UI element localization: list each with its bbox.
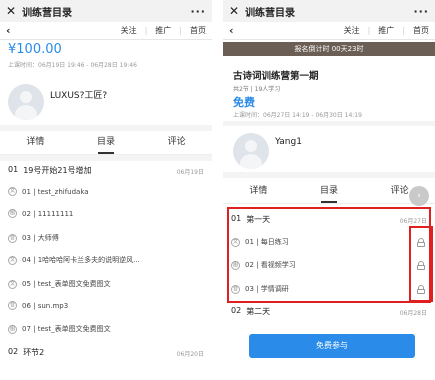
lesson-title: 03 | 大师傅 — [22, 234, 59, 242]
tab-bar: 详情 目录 评论 — [223, 180, 435, 204]
lesson-title: 04 | 1哈哈哈阿卡兰多夫的说明逆风... — [22, 256, 140, 264]
section-number: 02 — [8, 347, 19, 356]
back-icon[interactable]: ‹ — [6, 24, 113, 37]
avatar-head — [245, 140, 257, 152]
tab-details[interactable]: 详情 — [223, 180, 294, 203]
price: ¥100.00 — [8, 42, 62, 57]
chevron-right-icon[interactable]: › — [409, 186, 429, 206]
follow-link[interactable]: 关注 — [344, 25, 360, 36]
right-screen: ✕ 训练营目录 ··· ‹ 关注 | 推广 | 首页 报名倒计时 00天23时 … — [223, 0, 435, 380]
more-icon[interactable]: ··· — [190, 5, 206, 18]
nav-separator: | — [367, 26, 371, 35]
section-title: 19号开始21号增加 — [23, 166, 92, 175]
nav-bar: ‹ 关注 | 推广 | 首页 — [223, 22, 435, 40]
nav-separator: | — [402, 26, 405, 35]
divider — [223, 121, 435, 126]
tab-catalog[interactable]: 目录 — [71, 131, 142, 154]
text-lesson-icon: 文 — [8, 187, 17, 196]
divider — [0, 155, 212, 161]
title-bar: ✕ 训练营目录 ··· — [223, 0, 435, 22]
nav-separator: | — [144, 26, 148, 35]
class-time: 上课时间：06月19日 19:46 - 06月28日 19:46 — [8, 62, 137, 69]
nav-separator: | — [179, 26, 182, 35]
tab-comments[interactable]: 评论 — [141, 131, 212, 154]
section-title: 第二天 — [246, 307, 271, 316]
follow-link[interactable]: 关注 — [121, 25, 137, 36]
audio-lesson-icon: 音 — [8, 233, 17, 243]
highlight-box-lessons — [227, 207, 431, 303]
back-icon[interactable]: ‹ — [229, 24, 336, 37]
course-meta: 共2节 | 19人学习 — [233, 86, 281, 93]
close-icon[interactable]: ✕ — [6, 4, 16, 18]
section-number: 02 — [231, 306, 242, 315]
window-title: 训练营目录 — [245, 7, 296, 19]
tab-bar: 详情 目录 评论 — [0, 131, 212, 155]
avatar[interactable] — [233, 133, 269, 169]
divider — [223, 172, 435, 178]
lesson-item[interactable]: 音 06 | sun.mp3 — [8, 301, 68, 310]
section-number: 01 — [8, 165, 19, 174]
more-icon[interactable]: ··· — [413, 5, 429, 18]
lesson-title: 02 | 11111111 — [22, 209, 74, 218]
lesson-item[interactable]: 音 03 | 大师傅 — [8, 233, 59, 243]
class-time: 上课时间：06月27日 14:19 - 06月30日 14:19 — [233, 112, 362, 119]
lesson-item[interactable]: 文 05 | test_表单图文免费图文 — [8, 279, 111, 289]
lesson-title: 06 | sun.mp3 — [22, 301, 69, 310]
price: 免费 — [233, 96, 255, 109]
section-header[interactable]: 01 19号开始21号增加 06月19日 — [0, 165, 212, 176]
section-date: 06月28日 — [399, 310, 427, 317]
lesson-title: 05 | test_表单图文免费图文 — [22, 280, 111, 288]
home-link[interactable]: 首页 — [190, 25, 206, 36]
image-lesson-icon: 图 — [8, 324, 17, 334]
join-free-button[interactable]: 免费参与 — [249, 334, 415, 358]
course-title: 古诗词训练营第一期 — [233, 71, 319, 82]
nav-bar: ‹ 关注 | 推广 | 首页 — [0, 22, 212, 40]
section-header[interactable]: 02 环节2 06月20日 — [0, 347, 212, 358]
left-screen: ✕ 训练营目录 ··· ‹ 关注 | 推广 | 首页 ¥100.00 上课时间：… — [0, 0, 212, 380]
countdown-banner: 报名倒计时 00天23时 — [223, 42, 435, 56]
section-date: 06月20日 — [176, 351, 204, 358]
promote-link[interactable]: 推广 — [155, 25, 171, 36]
lesson-title: 01 | test_zhifudaka — [22, 187, 89, 196]
avatar[interactable] — [8, 84, 44, 120]
tab-catalog[interactable]: 目录 — [294, 180, 365, 203]
section-header[interactable]: 02 第二天 06月28日 — [223, 306, 435, 317]
window-title: 训练营目录 — [22, 7, 73, 19]
tab-details[interactable]: 详情 — [0, 131, 71, 154]
text-lesson-icon: 文 — [8, 255, 17, 265]
text-lesson-icon: 文 — [8, 279, 17, 289]
title-bar: ✕ 训练营目录 ··· — [0, 0, 212, 22]
lesson-item[interactable]: 文 04 | 1哈哈哈阿卡兰多夫的说明逆风... — [8, 255, 140, 265]
avatar-body — [240, 154, 262, 169]
image-lesson-icon: 图 — [8, 209, 17, 218]
author-name[interactable]: Yang1 — [275, 137, 302, 147]
section-date: 06月19日 — [176, 169, 204, 176]
author-name[interactable]: LUXUS?工匠? — [50, 88, 107, 101]
lesson-title: 07 | test_表单图文免费图文 — [22, 325, 111, 333]
home-link[interactable]: 首页 — [413, 25, 429, 36]
promote-link[interactable]: 推广 — [378, 25, 394, 36]
close-icon[interactable]: ✕ — [229, 4, 239, 18]
avatar-head — [20, 91, 32, 103]
avatar-body — [15, 105, 37, 120]
audio-lesson-icon: 音 — [8, 301, 17, 310]
lesson-item[interactable]: 图 07 | test_表单图文免费图文 — [8, 324, 111, 334]
lesson-item[interactable]: 图 02 | 11111111 — [8, 209, 73, 218]
highlight-box-locks — [409, 226, 433, 302]
lesson-item[interactable]: 文 01 | test_zhifudaka — [8, 187, 89, 196]
section-title: 环节2 — [23, 348, 45, 357]
